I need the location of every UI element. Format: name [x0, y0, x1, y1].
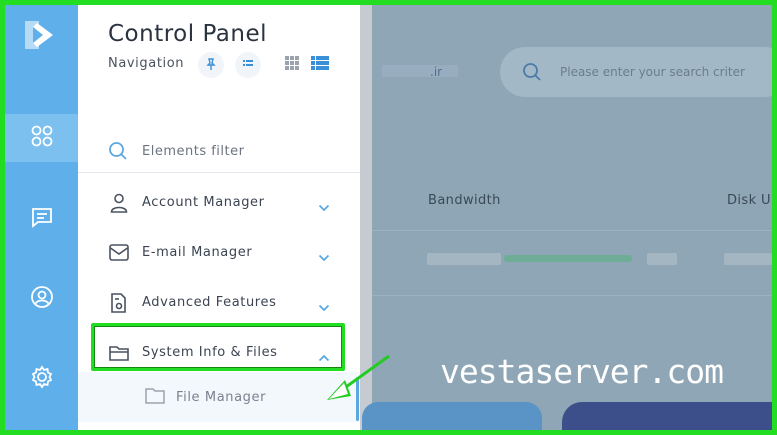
blurred-value — [647, 253, 677, 265]
folder-icon — [144, 386, 166, 410]
rail-item-messages[interactable] — [5, 195, 78, 243]
domain-suffix: .ir — [430, 65, 443, 79]
app-window: Control Panel Navigation Elements filter… — [5, 5, 772, 430]
chevron-down-icon — [318, 247, 330, 266]
sub-item-label: File Manager — [176, 390, 267, 405]
menu-label: Account Manager — [142, 195, 265, 210]
chevron-down-icon — [318, 297, 330, 316]
elements-filter[interactable]: Elements filter — [78, 129, 360, 173]
menu-label: Advanced Features — [142, 295, 277, 310]
column-header-bandwidth: Bandwidth — [428, 193, 501, 208]
list-view-button[interactable] — [310, 55, 330, 75]
document-gear-icon — [108, 292, 130, 314]
rail-item-profile[interactable] — [5, 275, 78, 323]
menu-item-account-manager[interactable]: Account Manager — [78, 178, 360, 226]
menu-item-email-manager[interactable]: E-mail Manager — [78, 228, 360, 276]
grid-icon — [284, 55, 300, 75]
bandwidth-bar — [504, 255, 632, 262]
panel-title: Control Panel — [108, 21, 267, 47]
search-box[interactable] — [500, 47, 772, 97]
search-input[interactable] — [560, 62, 772, 82]
pin-button[interactable] — [198, 52, 224, 78]
list-toggle-button[interactable] — [235, 52, 261, 78]
user-circle-icon — [30, 285, 54, 313]
icon-rail — [5, 5, 78, 430]
menu-label: E-mail Manager — [142, 245, 253, 260]
grid-circles-icon — [30, 124, 54, 152]
blurred-value — [724, 253, 772, 265]
divider — [372, 295, 772, 296]
highlight-box — [91, 323, 345, 371]
divider — [372, 230, 772, 231]
logo-icon[interactable] — [19, 15, 59, 55]
column-header-disk: Disk U — [727, 193, 771, 208]
list-view-icon — [311, 55, 329, 75]
menu-item-advanced-features[interactable]: Advanced Features — [78, 278, 360, 326]
watermark: vestaserver.com — [440, 352, 724, 391]
chat-icon — [30, 205, 54, 233]
gear-icon — [30, 365, 54, 393]
rail-item-dashboard[interactable] — [5, 114, 78, 162]
pin-icon — [204, 56, 218, 75]
stat-card — [562, 402, 772, 430]
panel-subtitle: Navigation — [108, 56, 185, 71]
grid-view-button[interactable] — [282, 55, 302, 75]
arrow-icon — [327, 354, 390, 400]
domain-blurred — [382, 65, 458, 77]
chevron-down-icon — [318, 197, 330, 216]
filter-label: Elements filter — [142, 144, 245, 159]
search-icon — [522, 62, 542, 86]
search-icon — [108, 141, 128, 165]
user-icon — [108, 192, 130, 214]
blurred-value — [427, 253, 501, 265]
envelope-icon — [108, 242, 130, 264]
rail-item-settings[interactable] — [5, 355, 78, 403]
list-icon — [241, 56, 255, 75]
